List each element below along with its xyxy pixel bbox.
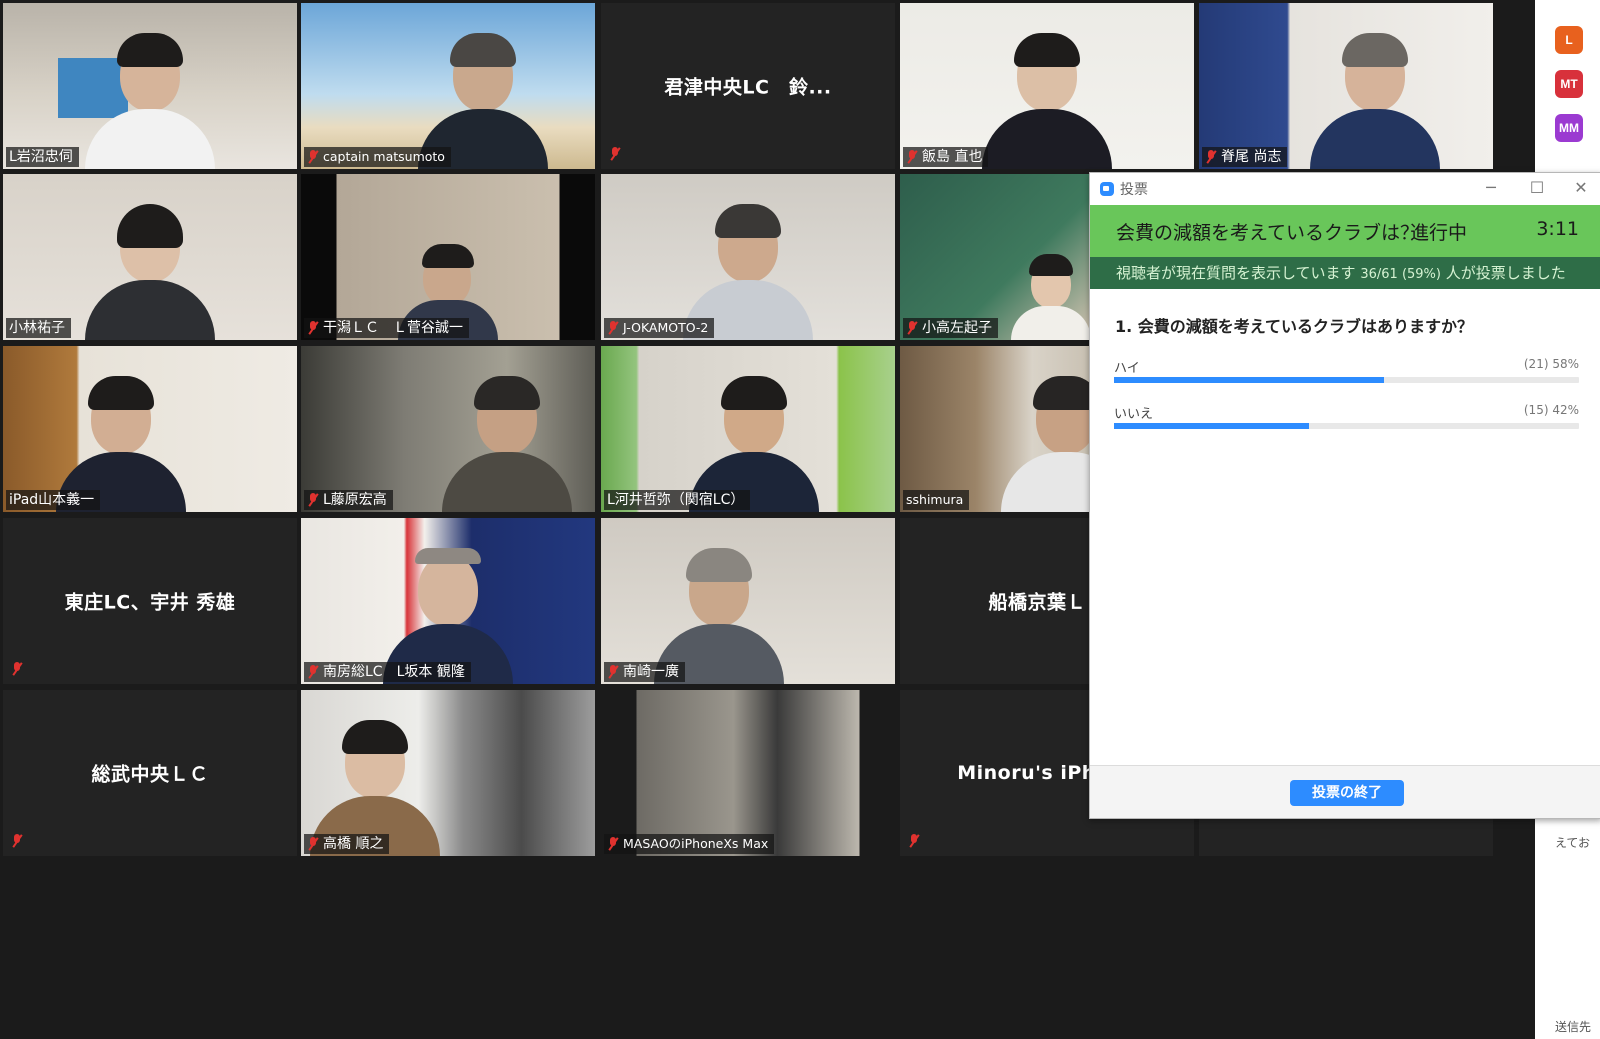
participant-video bbox=[1011, 250, 1089, 340]
participant-name: L岩沼忠伺 bbox=[6, 147, 79, 167]
muted-mic-icon bbox=[11, 662, 23, 676]
video-tile[interactable]: 小林祐子 bbox=[3, 174, 297, 340]
participant-name: iPad山本義一 bbox=[6, 490, 101, 510]
answer-bar-track bbox=[1114, 423, 1579, 429]
participant-video bbox=[1001, 372, 1089, 512]
video-tile[interactable]: L河井哲弥（関宿LC） bbox=[601, 346, 895, 512]
video-tile[interactable]: J-OKAMOTO-2 bbox=[601, 174, 895, 340]
participant-video bbox=[85, 200, 215, 340]
poll-subtitle: 視聴者が現在質問を表示しています 36/61 (59%) 人が投票しました bbox=[1090, 257, 1600, 289]
participant-name: 脊尾 尚志 bbox=[1202, 147, 1288, 167]
video-tile[interactable]: 干潟ＬＣ Ｌ菅谷誠一 bbox=[301, 174, 595, 340]
answer-label: ハイ bbox=[1114, 361, 1140, 376]
muted-mic-icon bbox=[607, 837, 619, 851]
participant-name: L藤原宏高 bbox=[304, 490, 393, 510]
poll-footer: 投票の終了 bbox=[1090, 765, 1600, 818]
video-tile[interactable]: L藤原宏高 bbox=[301, 346, 595, 512]
video-tile[interactable]: iPad山本義一 bbox=[3, 346, 297, 512]
participant-name: 総武中央ＬＣ bbox=[91, 763, 209, 786]
muted-mic-icon bbox=[307, 837, 319, 851]
muted-mic-icon bbox=[307, 665, 319, 679]
participant-name: 干潟ＬＣ Ｌ菅谷誠一 bbox=[304, 318, 469, 338]
participant-name: 飯島 直也 bbox=[903, 147, 989, 167]
avatar[interactable]: MT bbox=[1555, 70, 1583, 98]
participant-name: 高橋 順之 bbox=[304, 834, 390, 854]
answer-bar-fill bbox=[1114, 377, 1384, 383]
window-title: 投票 bbox=[1120, 182, 1148, 198]
video-tile[interactable]: 脊尾 尚志 bbox=[1199, 3, 1493, 169]
participant-name: MASAOのiPhoneXs Max bbox=[604, 834, 775, 854]
vote-count: 36/61 (59%) bbox=[1360, 267, 1441, 282]
video-tile[interactable]: 南崎一廣 bbox=[601, 518, 895, 684]
answer-result: (21) 58% bbox=[1523, 357, 1579, 371]
participant-name: sshimura bbox=[903, 490, 970, 510]
muted-mic-icon bbox=[11, 834, 23, 848]
participant-name: 南崎一廣 bbox=[604, 662, 685, 682]
video-tile-off[interactable]: 総武中央ＬＣ bbox=[3, 690, 297, 856]
muted-mic-icon bbox=[906, 321, 918, 335]
video-tile-off[interactable]: 君津中央LC 鈴... bbox=[601, 3, 895, 169]
poll-body: 1. 会費の減額を考えているクラブはありますか？ ハイ (21) 58% いいえ… bbox=[1090, 289, 1600, 766]
participant-name: 南房総LC L坂本 観隆 bbox=[304, 662, 471, 682]
participant-video bbox=[441, 372, 572, 512]
participant-name: L河井哲弥（関宿LC） bbox=[604, 490, 751, 510]
poll-window: 投票 ─ ☐ ✕ 会費の減額を考えているクラブは？ 進行中 3:11 視聴者が現… bbox=[1089, 172, 1600, 819]
chat-message-snippet: えてお bbox=[1555, 836, 1591, 850]
muted-mic-icon bbox=[908, 834, 920, 848]
answer-bar-fill bbox=[1114, 423, 1310, 429]
maximize-icon[interactable]: ☐ bbox=[1525, 177, 1549, 199]
video-tile[interactable]: captain matsumoto bbox=[301, 3, 595, 169]
participant-name: 小高左起子 bbox=[903, 318, 998, 338]
participant-video bbox=[982, 29, 1112, 169]
participant-name: 小林祐子 bbox=[6, 318, 71, 338]
poll-subtitle-text: 視聴者が現在質問を表示しています bbox=[1116, 264, 1356, 282]
participant-name: captain matsumoto bbox=[304, 147, 451, 167]
minimize-icon[interactable]: ─ bbox=[1479, 177, 1503, 199]
muted-mic-icon bbox=[906, 150, 918, 164]
poll-title: 会費の減額を考えているクラブは？ bbox=[1116, 222, 1420, 244]
participant-video bbox=[85, 29, 215, 169]
muted-mic-icon bbox=[607, 665, 619, 679]
participant-name: 東庄LC、宇井 秀雄 bbox=[64, 591, 236, 614]
zoom-logo-icon bbox=[1100, 182, 1114, 196]
answer-result: (15) 42% bbox=[1523, 403, 1579, 417]
muted-mic-icon bbox=[607, 321, 619, 335]
send-to-label: 送信先 bbox=[1555, 1020, 1592, 1034]
poll-header: 会費の減額を考えているクラブは？ 進行中 3:11 bbox=[1090, 205, 1600, 257]
avatar[interactable]: L bbox=[1555, 26, 1583, 54]
video-tile[interactable]: L岩沼忠伺 bbox=[3, 3, 297, 169]
muted-mic-icon bbox=[609, 147, 621, 161]
answer-label: いいえ bbox=[1114, 407, 1154, 422]
muted-mic-icon bbox=[307, 321, 319, 335]
poll-timer: 3:11 bbox=[1536, 218, 1579, 240]
poll-status: 進行中 bbox=[1410, 222, 1468, 244]
muted-mic-icon bbox=[307, 150, 319, 164]
video-tile[interactable]: 飯島 直也 bbox=[900, 3, 1194, 169]
video-tile[interactable]: MASAOのiPhoneXs Max bbox=[601, 690, 895, 856]
video-tile[interactable]: 高橋 順之 bbox=[301, 690, 595, 856]
participant-name: J-OKAMOTO-2 bbox=[604, 318, 715, 338]
video-tile-off[interactable]: 東庄LC、宇井 秀雄 bbox=[3, 518, 297, 684]
participant-name: 君津中央LC 鈴... bbox=[664, 76, 832, 99]
video-tile[interactable]: sshimura bbox=[900, 346, 1089, 512]
video-tile[interactable]: 小高左起子 bbox=[900, 174, 1089, 340]
end-poll-button[interactable]: 投票の終了 bbox=[1290, 780, 1404, 806]
avatar[interactable]: MM bbox=[1555, 114, 1583, 142]
poll-question: 1. 会費の減額を考えているクラブはありますか？ bbox=[1115, 317, 1473, 336]
video-tile[interactable]: 南房総LC L坂本 観隆 bbox=[301, 518, 595, 684]
participant-video bbox=[1310, 29, 1441, 169]
poll-titlebar[interactable]: 投票 ─ ☐ ✕ bbox=[1090, 173, 1600, 205]
muted-mic-icon bbox=[307, 493, 319, 507]
close-icon[interactable]: ✕ bbox=[1569, 177, 1593, 199]
answer-bar-track bbox=[1114, 377, 1579, 383]
poll-subtitle-suffix: 人が投票しました bbox=[1445, 264, 1566, 282]
muted-mic-icon bbox=[1205, 150, 1217, 164]
